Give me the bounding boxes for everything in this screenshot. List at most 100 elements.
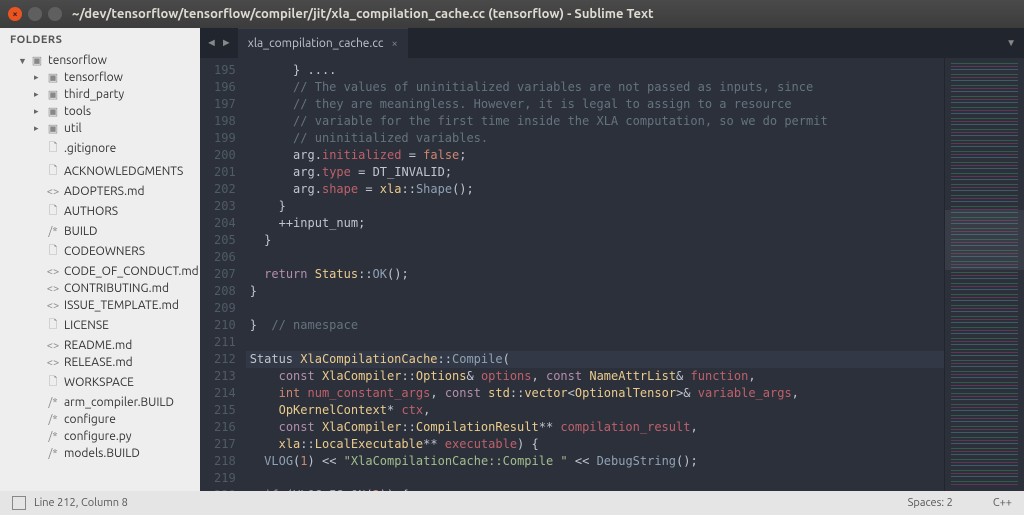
- folder-tree[interactable]: ▼▣tensorflow▸▣tensorflow▸▣third_party▸▣t…: [0, 52, 200, 491]
- code-line[interactable]: Status XlaCompilationCache::Compile(: [246, 351, 944, 368]
- tree-item[interactable]: ▸▣util: [0, 120, 200, 137]
- script-icon: /*: [46, 431, 60, 443]
- tree-item[interactable]: ▸▣tensorflow: [0, 69, 200, 86]
- line-number: 197: [214, 96, 236, 113]
- disclosure-icon[interactable]: ▸: [34, 123, 44, 134]
- tree-item[interactable]: 🗋.gitignore: [0, 137, 200, 160]
- code-line[interactable]: // The values of uninitialized variables…: [246, 79, 944, 96]
- disclosure-icon[interactable]: ▼: [18, 56, 28, 66]
- code-line[interactable]: [246, 300, 944, 317]
- code-line[interactable]: // they are meaningless. However, it is …: [246, 96, 944, 113]
- tree-item[interactable]: <>ADOPTERS.md: [0, 183, 200, 200]
- code-line[interactable]: VLOG(1) << "XlaCompilationCache::Compile…: [246, 453, 944, 470]
- code-view[interactable]: } .... // The values of uninitialized va…: [246, 58, 944, 491]
- tree-item[interactable]: <>ISSUE_TEMPLATE.md: [0, 297, 200, 314]
- code-line[interactable]: int num_constant_args, const std::vector…: [246, 385, 944, 402]
- script-icon: /*: [46, 448, 60, 460]
- sidebar-header: FOLDERS: [0, 28, 200, 52]
- disclosure-icon[interactable]: ▸: [34, 106, 44, 117]
- line-number: 209: [214, 300, 236, 317]
- editor-area: ◄ ► xla_compilation_cache.cc × ▼ 1951961…: [200, 28, 1024, 491]
- status-syntax[interactable]: C++: [993, 497, 1012, 509]
- line-number: 206: [214, 249, 236, 266]
- code-line[interactable]: }: [246, 232, 944, 249]
- tree-label: BUILD: [64, 225, 97, 238]
- editor-body[interactable]: 1951961971981992002012022032042052062072…: [200, 58, 1024, 491]
- file-icon: 🗋: [46, 139, 60, 158]
- code-line[interactable]: const XlaCompiler::Options& options, con…: [246, 368, 944, 385]
- tree-label: ISSUE_TEMPLATE.md: [64, 299, 179, 312]
- tree-item[interactable]: 🗋LICENSE: [0, 314, 200, 337]
- folder-icon: ▣: [46, 122, 60, 135]
- code-line[interactable]: // variable for the first time inside th…: [246, 113, 944, 130]
- minimap-viewport[interactable]: [945, 210, 1024, 270]
- line-number: 195: [214, 62, 236, 79]
- code-line[interactable]: [246, 334, 944, 351]
- tree-label: README.md: [64, 339, 132, 352]
- line-number: 205: [214, 232, 236, 249]
- status-indent[interactable]: Spaces: 2: [908, 497, 953, 509]
- disclosure-icon[interactable]: ▸: [34, 72, 44, 83]
- code-line[interactable]: }: [246, 198, 944, 215]
- tree-item[interactable]: <>RELEASE.md: [0, 354, 200, 371]
- window-titlebar[interactable]: × ~/dev/tensorflow/tensorflow/compiler/j…: [0, 0, 1024, 28]
- code-line[interactable]: arg.type = DT_INVALID;: [246, 164, 944, 181]
- tree-item[interactable]: 🗋CODEOWNERS: [0, 240, 200, 263]
- minimap[interactable]: [944, 58, 1024, 491]
- tree-item[interactable]: /*configure: [0, 411, 200, 428]
- tab-overflow-icon[interactable]: ▼: [998, 28, 1024, 58]
- md-icon: <>: [46, 283, 60, 295]
- minimize-icon[interactable]: [28, 7, 42, 21]
- disclosure-icon[interactable]: ▸: [34, 89, 44, 100]
- tree-label: WORKSPACE: [64, 376, 134, 389]
- maximize-icon[interactable]: [48, 7, 62, 21]
- tree-item[interactable]: ▼▣tensorflow: [0, 52, 200, 69]
- code-line[interactable]: if (VLOG_IS_ON(2)) {: [246, 487, 944, 491]
- tab-bar: ◄ ► xla_compilation_cache.cc × ▼: [200, 28, 1024, 58]
- script-icon: /*: [46, 414, 60, 426]
- nav-back-icon[interactable]: ◄: [206, 37, 217, 49]
- tree-item[interactable]: 🗋WORKSPACE: [0, 371, 200, 394]
- tree-label: ADOPTERS.md: [64, 185, 144, 198]
- tree-item[interactable]: ▸▣ tools: [0, 103, 200, 120]
- code-line[interactable]: } ....: [246, 62, 944, 79]
- code-line[interactable]: const XlaCompiler::CompilationResult** c…: [246, 419, 944, 436]
- line-number: 214: [214, 385, 236, 402]
- tree-item[interactable]: <>CODE_OF_CONDUCT.md: [0, 263, 200, 280]
- tree-item[interactable]: ▸▣third_party: [0, 86, 200, 103]
- code-line[interactable]: xla::LocalExecutable** executable) {: [246, 436, 944, 453]
- nav-forward-icon[interactable]: ►: [221, 37, 232, 49]
- tree-label: models.BUILD: [64, 447, 140, 460]
- line-number: 207: [214, 266, 236, 283]
- minimap-content: [951, 62, 1018, 487]
- tree-label: tools: [64, 105, 91, 118]
- tree-item[interactable]: <>README.md: [0, 337, 200, 354]
- code-line[interactable]: ++input_num;: [246, 215, 944, 232]
- tree-item[interactable]: /* models.BUILD: [0, 445, 200, 462]
- status-position[interactable]: Line 212, Column 8: [34, 497, 128, 509]
- code-line[interactable]: // uninitialized variables.: [246, 130, 944, 147]
- folder-open-icon: ▣: [30, 54, 44, 67]
- code-line[interactable]: arg.initialized = false;: [246, 147, 944, 164]
- tree-item[interactable]: 🗋AUTHORS: [0, 200, 200, 223]
- close-icon[interactable]: ×: [8, 7, 22, 21]
- tab-active[interactable]: xla_compilation_cache.cc ×: [238, 28, 408, 58]
- status-panel-icon[interactable]: [12, 496, 26, 510]
- file-icon: 🗋: [46, 316, 60, 335]
- code-line[interactable]: [246, 470, 944, 487]
- tree-item[interactable]: /*configure.py: [0, 428, 200, 445]
- code-line[interactable]: OpKernelContext* ctx,: [246, 402, 944, 419]
- tree-item[interactable]: /*arm_compiler.BUILD: [0, 394, 200, 411]
- code-line[interactable]: } // namespace: [246, 317, 944, 334]
- code-line[interactable]: arg.shape = xla::Shape();: [246, 181, 944, 198]
- line-number: 198: [214, 113, 236, 130]
- tree-item[interactable]: /*BUILD: [0, 223, 200, 240]
- code-line[interactable]: }: [246, 283, 944, 300]
- tree-item[interactable]: 🗋ACKNOWLEDGMENTS: [0, 160, 200, 183]
- code-line[interactable]: return Status::OK();: [246, 266, 944, 283]
- code-line[interactable]: [246, 249, 944, 266]
- close-icon[interactable]: ×: [391, 38, 397, 50]
- tree-item[interactable]: <>CONTRIBUTING.md: [0, 280, 200, 297]
- tree-label: tensorflow: [64, 71, 123, 84]
- folder-icon: ▣: [46, 105, 60, 118]
